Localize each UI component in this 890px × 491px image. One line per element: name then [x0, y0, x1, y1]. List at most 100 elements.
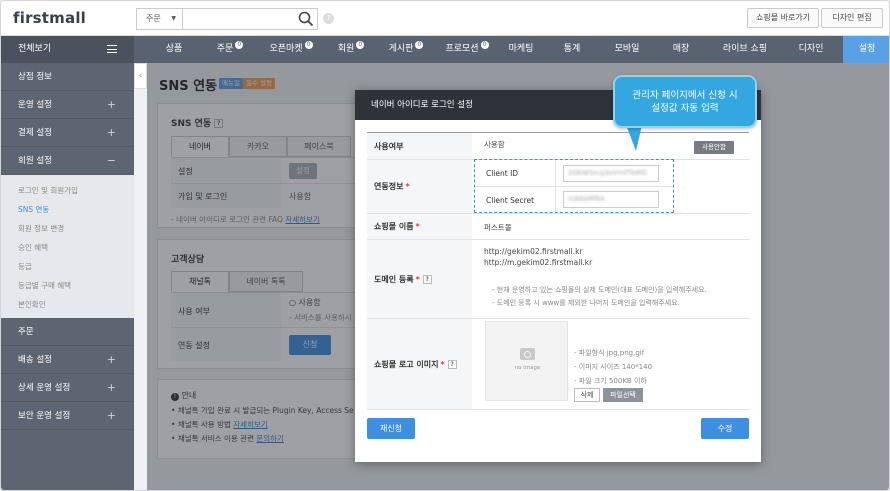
nav-item-label: 매장 — [672, 44, 690, 54]
sidebar-subitem-benefit[interactable]: 승인 혜택 — [18, 242, 48, 253]
sidebar-subitem-verification[interactable]: 본인확인 — [18, 299, 46, 310]
delete-button[interactable]: 삭제 — [574, 388, 600, 402]
main-nav: 전체보기 상품 주문 0 오픈마켓 0 회원 0 게시판 0 프로모션 0 마케팅 통계 … — [1, 36, 889, 63]
logo-label: 쇼핑몰 로고 이미지 *? — [367, 319, 472, 409]
sidebar-item-label: 결제 설정 — [18, 128, 52, 138]
sidebar-item-shipping[interactable]: 배송 설정 + — [1, 346, 134, 374]
sidebar-collapse-button[interactable]: ‹ — [134, 63, 147, 89]
client-id-input[interactable]: 2OkWSeuJ3oVmfTbMG — [563, 165, 659, 182]
client-id-label: Client ID — [486, 169, 519, 178]
nav-item-openmarket[interactable]: 오픈마켓 0 — [263, 36, 319, 63]
nav-badge: 0 — [235, 41, 244, 49]
tooltip-callout: 관리자 페이지에서 신청 시 설정값 자동 입력 — [613, 75, 757, 128]
hamburger-icon — [107, 45, 117, 53]
sidebar-item-order[interactable]: 주문 — [1, 318, 134, 346]
logo-note-2: - 이미지 사이즈 140*140 — [574, 363, 653, 371]
sidebar-item-label: 상세 운영 설정 — [18, 383, 71, 393]
sidebar-item-member[interactable]: 회원 설정 − — [1, 147, 134, 175]
shop-name-label-text: 쇼핑몰 이름 — [374, 222, 414, 231]
link-info-label-text: 연동정보 — [374, 182, 404, 191]
help-icon[interactable]: ? — [323, 13, 334, 24]
required-mark: * — [415, 274, 420, 284]
divider — [475, 186, 673, 187]
nav-item-marketing[interactable]: 마케팅 — [501, 36, 541, 63]
client-secret-value: rUkkkMfbk — [568, 195, 606, 203]
nav-item-label: 모바일 — [614, 44, 640, 54]
client-secret-input[interactable]: rUkkkMfbk — [563, 191, 659, 208]
plus-icon: + — [106, 353, 116, 366]
nav-item-label: 상품 — [165, 44, 183, 54]
sidebar-item-store-info[interactable]: 상점 정보 — [1, 63, 134, 91]
use-row-label: 사용여부 — [367, 133, 472, 159]
nav-item-label: 라이브 쇼핑 — [722, 44, 768, 54]
use-row-label-text: 사용여부 — [374, 141, 404, 151]
use-row-value: 사용함 — [484, 140, 505, 149]
shop-shortcut-button[interactable]: 쇼핑몰 바로가기 — [747, 8, 819, 28]
sidebar-subitem-grade-benefit[interactable]: 등급별 구매 혜택 — [18, 280, 71, 291]
required-mark: * — [415, 222, 420, 231]
minus-icon: − — [106, 154, 116, 167]
nav-item-live-shopping[interactable]: 라이브 쇼핑 — [717, 36, 773, 63]
file-select-button[interactable]: 파일선택 — [603, 388, 643, 402]
help-icon[interactable]: ? — [447, 359, 457, 369]
sidebar-item-security[interactable]: 보안 운영 설정 + — [1, 402, 134, 430]
nav-item-label: 통계 — [563, 44, 581, 54]
nav-badge: 0 — [304, 41, 313, 49]
sidebar-item-detail-operation[interactable]: 상세 운영 설정 + — [1, 374, 134, 402]
nav-item-promotion[interactable]: 프로모션 0 — [439, 36, 495, 63]
sidebar-item-label: 운영 설정 — [18, 100, 52, 110]
nav-item-label: 설정 — [858, 44, 876, 54]
required-mark: * — [405, 182, 410, 191]
nav-all-menu[interactable]: 전체보기 — [1, 36, 134, 63]
disable-button[interactable]: 사용안함 — [694, 141, 734, 154]
nav-item-label: 오픈마켓 — [269, 44, 303, 54]
client-id-value: 2OkWSeuJ3oVmfTbMG — [568, 169, 648, 177]
nav-item-store[interactable]: 매장 — [665, 36, 697, 63]
nav-item-mobile[interactable]: 모바일 — [607, 36, 647, 63]
nav-item-member[interactable]: 회원 0 — [329, 36, 373, 63]
camera-icon — [520, 348, 535, 360]
plus-icon: + — [106, 126, 116, 139]
chevron-down-icon: ▼ — [171, 15, 176, 22]
nav-item-label: 회원 — [337, 44, 355, 54]
search-category-label: 주문 — [146, 14, 161, 23]
domain-label: 도메인 등록 *? — [367, 240, 472, 318]
firstmall-logo[interactable]: firstmall — [13, 9, 86, 27]
nav-item-label: 주문 — [216, 44, 234, 54]
sidebar-item-operation[interactable]: 운영 설정 + — [1, 91, 134, 119]
sidebar-subitem-member-info[interactable]: 회원 정보 변경 — [18, 223, 64, 234]
link-info-label: 연동정보 * — [367, 160, 472, 213]
nav-item-product[interactable]: 상품 — [154, 36, 194, 63]
logo-label-text: 쇼핑몰 로고 이미지 — [374, 359, 439, 369]
logo-preview: no image — [485, 321, 568, 401]
sidebar-item-label: 회원 설정 — [18, 156, 52, 166]
search-icon[interactable] — [298, 11, 314, 27]
chevron-left-icon: ‹ — [138, 71, 143, 81]
nav-item-label: 마케팅 — [508, 44, 534, 54]
plus-icon: + — [106, 409, 116, 422]
domain-1: http://gekim02.firstmall.kr — [484, 247, 583, 256]
sidebar-subitem-sns[interactable]: SNS 연동 — [18, 204, 49, 215]
edit-button[interactable]: 수정 — [701, 418, 749, 439]
nav-item-settings[interactable]: 설정 — [843, 36, 889, 63]
tooltip-line-1: 관리자 페이지에서 신청 시 — [632, 90, 738, 101]
sidebar-subitem-grade[interactable]: 등급 — [18, 261, 32, 272]
shop-name-label: 쇼핑몰 이름 * — [367, 214, 472, 239]
nav-item-design[interactable]: 디자인 — [791, 36, 831, 63]
app-window: firstmall 주문 ▼ ? 쇼핑몰 바로가기 디자인 편집 전체보기 상품… — [0, 0, 890, 491]
nav-item-order[interactable]: 주문 0 — [208, 36, 252, 63]
help-icon[interactable]: ? — [422, 274, 432, 284]
sidebar-submenu: 로그인 및 회원가입 SNS 연동 회원 정보 변경 승인 혜택 등급 등급별 … — [1, 175, 134, 318]
tooltip-line-2: 설정값 자동 입력 — [651, 103, 719, 114]
nav-item-board[interactable]: 게시판 0 — [381, 36, 431, 63]
nav-badge: 0 — [480, 41, 489, 49]
design-edit-button[interactable]: 디자인 편집 — [821, 8, 883, 28]
client-secret-label: Client Secret — [486, 196, 535, 205]
nav-item-label: 디자인 — [798, 44, 824, 54]
search-category-select[interactable]: 주문 ▼ — [136, 8, 182, 30]
sidebar-item-payment[interactable]: 결제 설정 + — [1, 119, 134, 147]
sidebar-item-label: 배송 설정 — [18, 355, 52, 365]
sidebar-subitem-login[interactable]: 로그인 및 회원가입 — [18, 185, 78, 196]
nav-item-statistics[interactable]: 통계 — [554, 36, 590, 63]
reapply-button[interactable]: 재신청 — [367, 418, 415, 439]
